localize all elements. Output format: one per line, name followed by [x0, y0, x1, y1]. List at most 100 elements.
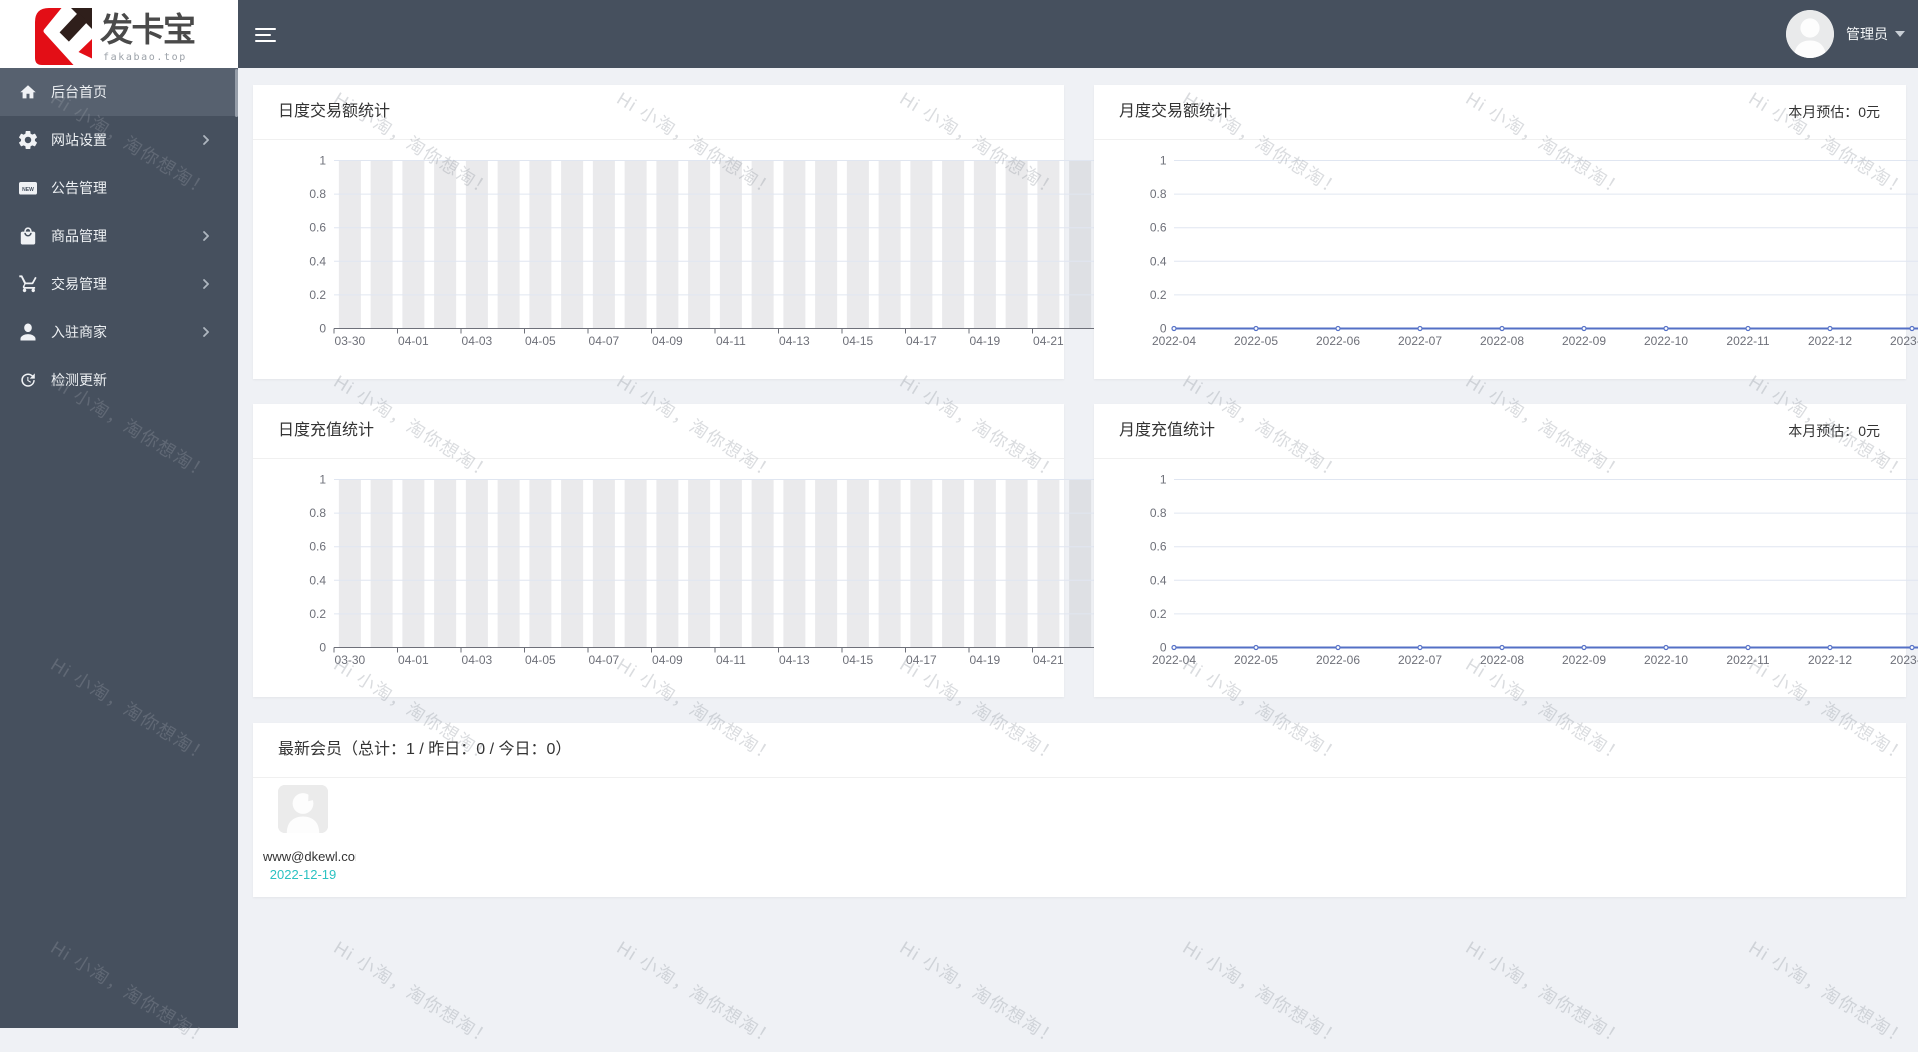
- sidebar-item-公告管理[interactable]: NEW 公告管理: [0, 164, 238, 212]
- y-axis-label: 0.2: [309, 607, 326, 621]
- monthly-estimate-label: 本月预估：0元: [1788, 104, 1880, 120]
- menu-toggle-button[interactable]: [255, 27, 277, 43]
- x-axis-label: 2022-05: [1234, 334, 1278, 348]
- x-axis-label: 04-21: [1033, 653, 1064, 667]
- bar-background: [973, 479, 996, 648]
- sidebar-item-检测更新[interactable]: 检测更新: [0, 356, 238, 404]
- x-axis-label: 2022-10: [1644, 334, 1688, 348]
- user-name: 管理员: [1846, 26, 1888, 42]
- card-title: 日度交易额统计: [278, 103, 391, 120]
- monthly-trade-chart[interactable]: 00.20.40.60.812022-04 2022-05 2022-06 2022-…: [1094, 140, 1918, 379]
- bar-background: [815, 160, 838, 329]
- x-axis-label: 04-01: [398, 334, 429, 348]
- card-head: 日度交易额统计: [253, 85, 1064, 140]
- x-axis-label: 04-09: [652, 653, 683, 667]
- bar-background: [719, 479, 742, 648]
- bar-background: [497, 160, 520, 329]
- main-content: 日度交易额统计 0 0.2 0.4 0.6 0.8 1 03-30 04-01 04-03 04-…: [238, 68, 1918, 1028]
- x-axis-label: 04-17: [906, 334, 937, 348]
- y-axis-label: 1: [1160, 473, 1167, 487]
- bar-background: [878, 479, 901, 648]
- brand-name: 发卡宝: [100, 11, 196, 48]
- x-axis-label: 04-03: [462, 334, 493, 348]
- sidebar-item-label: 入驻商家: [51, 324, 107, 340]
- data-point: [1581, 644, 1587, 651]
- x-axis-label: 04-05: [525, 653, 556, 667]
- chevron-right-icon: [203, 279, 209, 289]
- update-icon: [21, 373, 35, 387]
- hamburger-icon: [255, 27, 276, 30]
- bar-background: [846, 160, 869, 329]
- x-axis-label: 2022-11: [1726, 334, 1769, 348]
- bar-background: [783, 479, 806, 648]
- card-head: 月度充值统计 本月预估：0元: [1094, 404, 1906, 459]
- y-axis-label: 0.6: [309, 540, 326, 554]
- bar-background: [973, 160, 996, 329]
- bar-background: [1005, 160, 1028, 329]
- bar-background: [338, 479, 361, 648]
- x-axis-label: 03-30: [335, 334, 366, 348]
- member-email: www@dkewl.com: [263, 849, 356, 863]
- x-axis-label: 2022-06: [1316, 334, 1360, 348]
- bar-background: [1005, 479, 1028, 648]
- x-axis-label: 2022-04: [1152, 653, 1196, 667]
- data-point: [1745, 325, 1751, 332]
- sidebar-item-交易管理[interactable]: 交易管理: [0, 260, 238, 308]
- x-axis-label: 2022-05: [1234, 653, 1278, 667]
- x-axis-label: 04-01: [398, 653, 429, 667]
- card-head: 最新会员（总计：1 / 昨日：0 / 今日：0）: [253, 723, 1906, 778]
- sidebar-item-label: 公告管理: [51, 180, 107, 196]
- hamburger-icon: [255, 39, 276, 42]
- bar-background: [624, 160, 647, 329]
- brand-domain: fakabao.top: [103, 52, 187, 63]
- bar-background: [656, 479, 679, 648]
- sidebar-item-入驻商家[interactable]: 入驻商家: [0, 308, 238, 356]
- bar-background: [719, 160, 742, 329]
- data-point: [1253, 325, 1259, 332]
- user-menu[interactable]: 管理员: [1786, 0, 1905, 68]
- data-point: [1499, 325, 1505, 332]
- data-point: [1335, 325, 1341, 332]
- card-title: 最新会员（总计：1 / 昨日：0 / 今日：0）: [278, 741, 572, 758]
- bar-background: [434, 479, 457, 648]
- x-axis-label: 04-21: [1033, 334, 1064, 348]
- x-axis-label: 2022-11: [1726, 653, 1769, 667]
- data-point: [1335, 644, 1341, 651]
- bar-background: [592, 160, 615, 329]
- bar-background: [815, 479, 838, 648]
- sidebar-item-商品管理[interactable]: 商品管理: [0, 212, 238, 260]
- bar-background: [688, 160, 711, 329]
- card-monthly-trade: 月度交易额统计 本月预估：0元 0 0.2 0.4 0.6 0.8 1 2022-04 202…: [1094, 85, 1918, 379]
- y-axis-label: 0.4: [1150, 573, 1167, 587]
- y-axis-label: 0.6: [1150, 540, 1167, 554]
- sidebar-item-后台首页[interactable]: 后台首页: [0, 68, 238, 116]
- sidebar-menu: 后台首页 网站设置 NEW 公告管理商品管理交易管理入驻商家检测更新: [0, 68, 238, 404]
- y-axis-label: 0.4: [309, 254, 326, 268]
- x-axis-label: 04-03: [462, 653, 493, 667]
- x-axis-label: 2022-12: [1808, 653, 1852, 667]
- bag-icon: [20, 227, 36, 245]
- y-axis-label: 0.8: [309, 506, 326, 520]
- logo-area[interactable]: 发卡宝 fakabao.top: [0, 0, 238, 68]
- x-axis-label: 2022-10: [1644, 653, 1688, 667]
- data-point: [1827, 325, 1833, 332]
- card-title: 月度交易额统计: [1119, 103, 1232, 120]
- cart-icon: [19, 275, 37, 293]
- y-axis-label: 0.2: [1150, 607, 1167, 621]
- sidebar-item-label: 商品管理: [51, 228, 107, 244]
- y-axis-label: 0.4: [309, 573, 326, 587]
- sidebar-item-网站设置[interactable]: 网站设置: [0, 116, 238, 164]
- y-axis-label: 0.8: [309, 187, 326, 201]
- bar-background: [624, 479, 647, 648]
- bar-background: [1037, 479, 1060, 648]
- bar-background: [942, 160, 965, 329]
- monthly-recharge-chart[interactable]: 00.20.40.60.812022-04 2022-05 2022-06 2022-…: [1094, 459, 1918, 698]
- sidebar-scrollbar-thumb[interactable]: [235, 69, 238, 117]
- bar-background: [370, 160, 393, 329]
- chevron-right-icon: [203, 327, 209, 337]
- gear-icon: [19, 131, 37, 149]
- data-point: [1827, 644, 1833, 651]
- x-axis-label: 04-13: [779, 653, 810, 667]
- bar-background: [878, 160, 901, 329]
- bar-background: [370, 479, 393, 648]
